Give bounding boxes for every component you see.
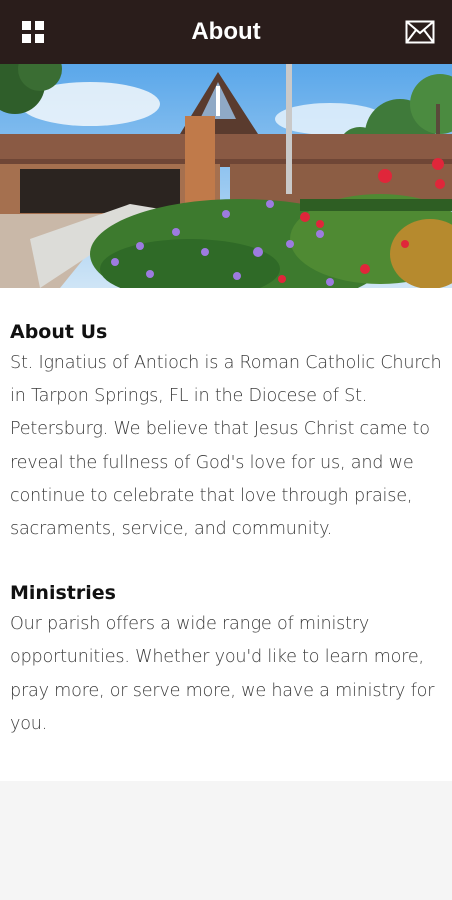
app-header: About: [0, 0, 452, 64]
grid-square-icon: [22, 34, 31, 43]
grid-square-icon: [35, 21, 44, 30]
section-heading: About Us: [10, 321, 108, 343]
about-content: About Us St. Ignatius of Antioch is a Ro…: [0, 288, 452, 781]
section-body: St. Ignatius of Antioch is a Roman Catho…: [10, 353, 442, 540]
mail-icon[interactable]: [405, 20, 435, 44]
grid-square-icon: [35, 34, 44, 43]
about-us-section: About Us St. Ignatius of Antioch is a Ro…: [10, 318, 442, 546]
church-photo: [0, 64, 452, 288]
ministries-section: Ministries Our parish offers a wide rang…: [10, 579, 442, 741]
grid-menu-icon[interactable]: [22, 21, 44, 43]
section-heading: Ministries: [10, 582, 116, 605]
page-title: About: [191, 18, 261, 45]
grid-square-icon: [22, 21, 31, 30]
section-body: Our parish offers a wide range of minist…: [10, 614, 435, 734]
